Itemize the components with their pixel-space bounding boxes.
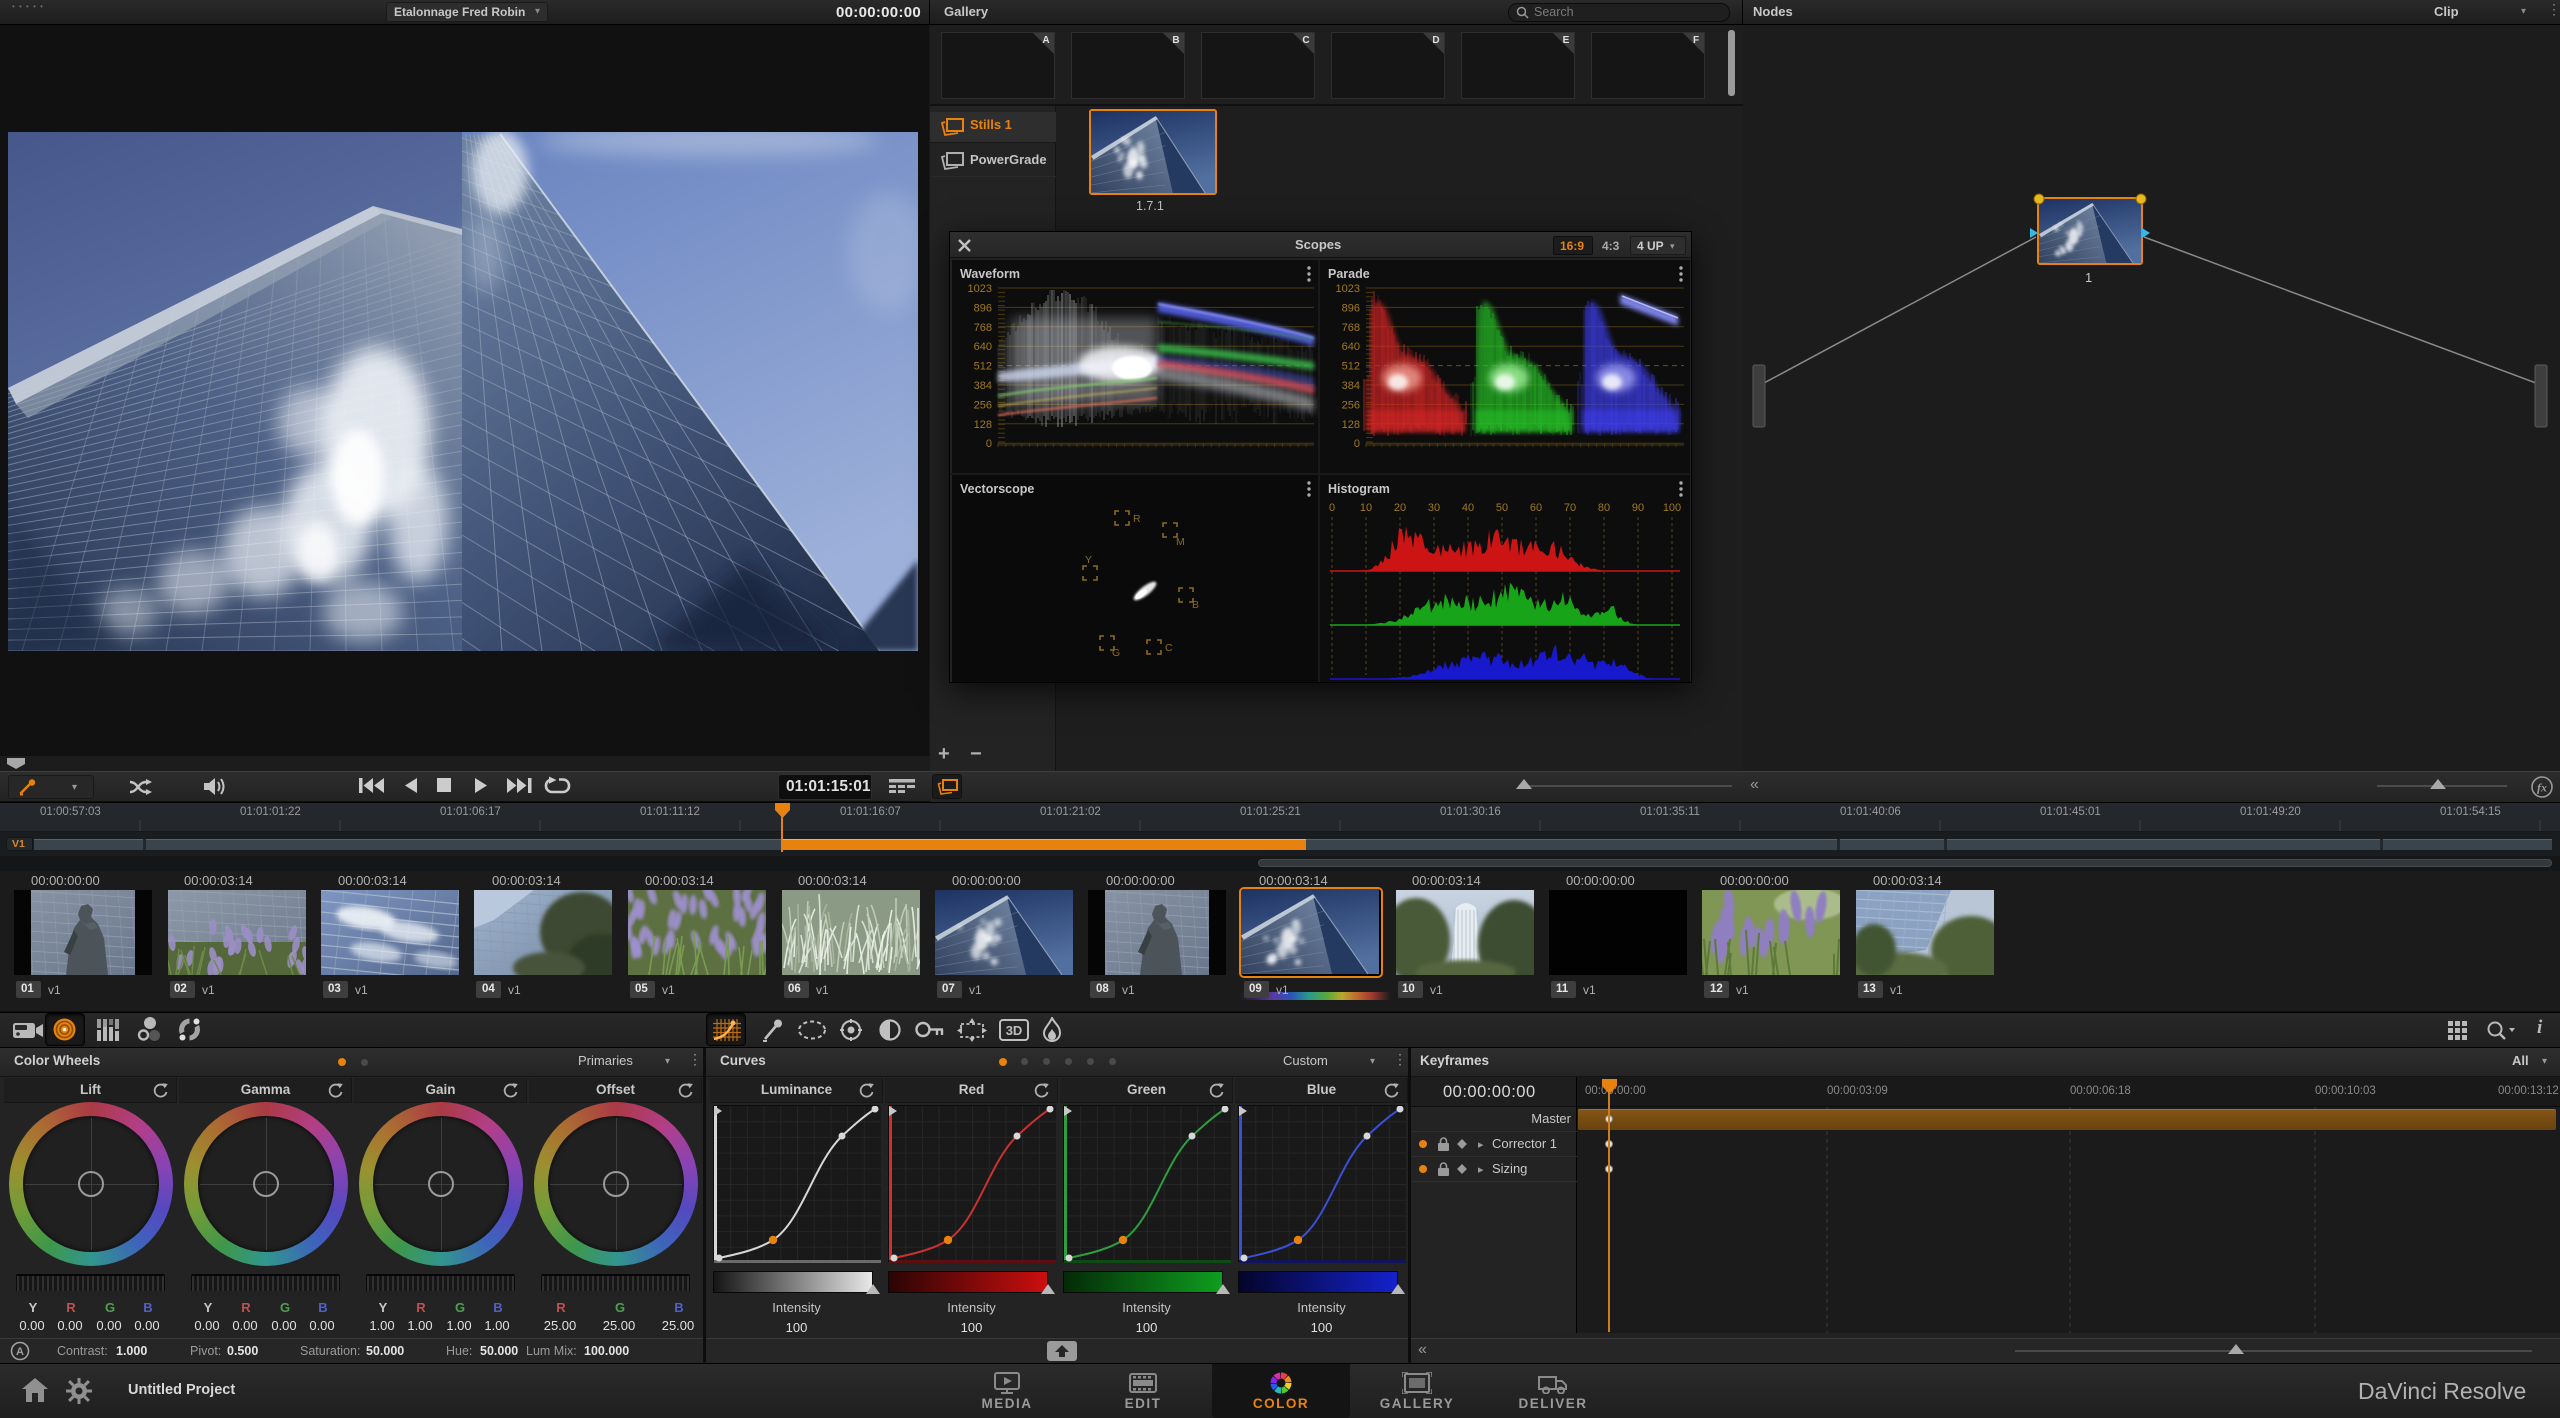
svg-text:50: 50	[1496, 502, 1508, 514]
svg-text:10: 10	[1360, 502, 1372, 514]
svg-text:768: 768	[974, 322, 992, 334]
svg-text:896: 896	[1342, 302, 1360, 314]
svg-text:A: A	[1042, 35, 1049, 46]
svg-text:40: 40	[1462, 502, 1474, 514]
svg-text:A: A	[16, 1346, 24, 1358]
svg-text:M: M	[1176, 536, 1185, 548]
svg-text:1023: 1023	[1336, 283, 1360, 295]
svg-text:B: B	[1192, 599, 1199, 611]
svg-text:C: C	[1165, 642, 1173, 654]
svg-text:60: 60	[1530, 502, 1542, 514]
svg-text:R: R	[1133, 513, 1141, 525]
svg-text:fx: fx	[2537, 781, 2547, 795]
svg-text:D: D	[1432, 35, 1439, 46]
svg-text:0: 0	[986, 438, 992, 450]
svg-text:128: 128	[974, 419, 992, 431]
svg-text:384: 384	[974, 380, 992, 392]
svg-text:768: 768	[1342, 322, 1360, 334]
svg-text:512: 512	[1342, 361, 1360, 373]
svg-text:256: 256	[1342, 399, 1360, 411]
svg-text:G: G	[1112, 647, 1120, 659]
svg-text:640: 640	[1342, 341, 1360, 353]
svg-text:0: 0	[1354, 438, 1360, 450]
svg-text:640: 640	[974, 341, 992, 353]
svg-text:256: 256	[974, 399, 992, 411]
svg-text:E: E	[1563, 35, 1570, 46]
svg-text:1023: 1023	[968, 283, 992, 295]
svg-text:C: C	[1302, 35, 1309, 46]
svg-text:30: 30	[1428, 502, 1440, 514]
svg-text:896: 896	[974, 302, 992, 314]
svg-text:512: 512	[974, 361, 992, 373]
svg-text:70: 70	[1564, 502, 1576, 514]
svg-text:Y: Y	[1085, 554, 1092, 566]
svg-text:F: F	[1693, 35, 1699, 46]
svg-text:Waveform: Waveform	[960, 267, 1020, 281]
svg-text:384: 384	[1342, 380, 1360, 392]
svg-text:100: 100	[1663, 502, 1681, 514]
svg-text:3D: 3D	[1006, 1023, 1023, 1038]
svg-text:0: 0	[1329, 502, 1335, 514]
svg-text:B: B	[1172, 35, 1179, 46]
svg-text:Histogram: Histogram	[1328, 482, 1390, 496]
svg-text:Parade: Parade	[1328, 267, 1370, 281]
svg-text:20: 20	[1394, 502, 1406, 514]
svg-text:128: 128	[1342, 419, 1360, 431]
svg-text:Vectorscope: Vectorscope	[960, 482, 1034, 496]
svg-text:90: 90	[1632, 502, 1644, 514]
svg-text:80: 80	[1598, 502, 1610, 514]
